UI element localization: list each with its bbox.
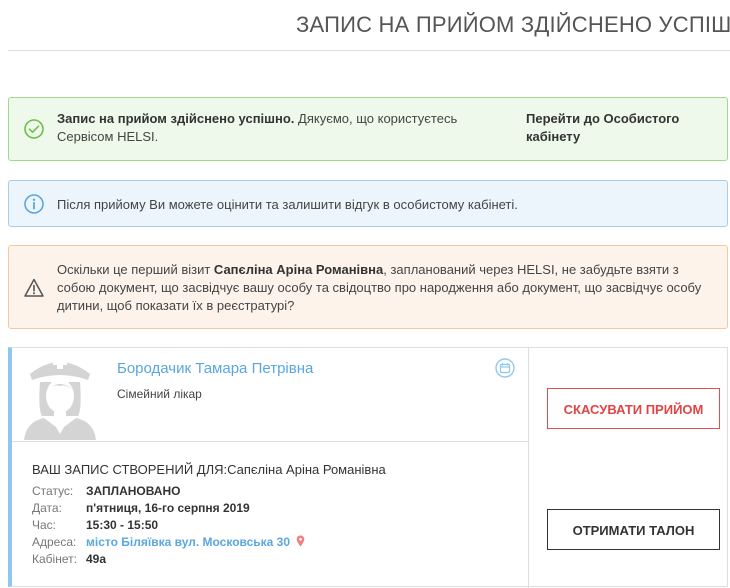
- warning-message: Оскільки це перший візит Сапєліна Аріна …: [57, 261, 707, 315]
- address-label: Адреса:: [32, 535, 77, 549]
- status-row: Статус: ЗАПЛАНОВАНО: [32, 484, 180, 498]
- doctor-specialty: Сімейний лікар: [117, 387, 202, 401]
- warning-text-before: Оскільки це перший візит: [57, 262, 214, 277]
- appointment-created-for: ВАШ ЗАПИС СТВОРЕНИЙ ДЛЯ:Сапєліна Аріна Р…: [32, 462, 386, 477]
- go-to-cabinet-link[interactable]: Перейти до Особистого кабінету: [526, 110, 706, 146]
- date-label: Дата:: [32, 501, 62, 515]
- warning-patient-name: Сапєліна Аріна Романівна: [213, 262, 384, 277]
- status-label: Статус:: [32, 484, 74, 498]
- warning-triangle-icon: [24, 278, 44, 297]
- card-divider-horizontal: [12, 441, 528, 442]
- date-row: Дата: п'ятниця, 16-го серпня 2019: [32, 501, 250, 515]
- warning-alert: Оскільки це перший візит Сапєліна Аріна …: [8, 245, 728, 329]
- doctor-name-link[interactable]: Бородачик Тамара Петрівна: [117, 360, 313, 377]
- address-link[interactable]: місто Біляївка вул. Московська 30: [86, 535, 290, 549]
- check-circle-icon: [24, 119, 44, 139]
- info-message: Після прийому Ви можете оцінити та залиш…: [57, 197, 518, 212]
- title-divider: [8, 50, 730, 51]
- address-row: Адреса: місто Біляївка вул. Московська 30: [32, 535, 305, 549]
- cabinet-value: 49а: [86, 552, 107, 566]
- card-divider-vertical: [528, 348, 529, 588]
- info-circle-icon: [24, 194, 44, 214]
- doctor-avatar-icon: [24, 355, 96, 440]
- calendar-icon[interactable]: [495, 358, 515, 378]
- appointment-card: Бородачик Тамара Петрівна Сімейний лікар…: [8, 347, 728, 588]
- status-value: ЗАПЛАНОВАНО: [86, 484, 181, 498]
- get-ticket-button[interactable]: ОТРИМАТИ ТАЛОН: [547, 509, 720, 550]
- time-label: Час:: [32, 518, 57, 532]
- info-alert: Після прийому Ви можете оцінити та залиш…: [8, 180, 728, 227]
- map-pin-icon[interactable]: [296, 535, 305, 547]
- page-title: ЗАПИС НА ПРИЙОМ ЗДІЙСНЕНО УСПІШНО: [296, 12, 730, 37]
- cabinet-row: Кабінет: 49а: [32, 552, 106, 566]
- cancel-appointment-button[interactable]: СКАСУВАТИ ПРИЙОМ: [547, 388, 720, 429]
- success-message-bold: Запис на прийом здійснено успішно.: [57, 111, 295, 126]
- success-alert: Запис на прийом здійснено успішно. Дякує…: [8, 97, 728, 161]
- time-row: Час: 15:30 - 15:50: [32, 518, 158, 532]
- time-value: 15:30 - 15:50: [86, 518, 159, 532]
- date-value: п'ятниця, 16-го серпня 2019: [86, 501, 250, 515]
- success-message: Запис на прийом здійснено успішно. Дякує…: [57, 110, 497, 146]
- cabinet-label: Кабінет:: [32, 552, 77, 566]
